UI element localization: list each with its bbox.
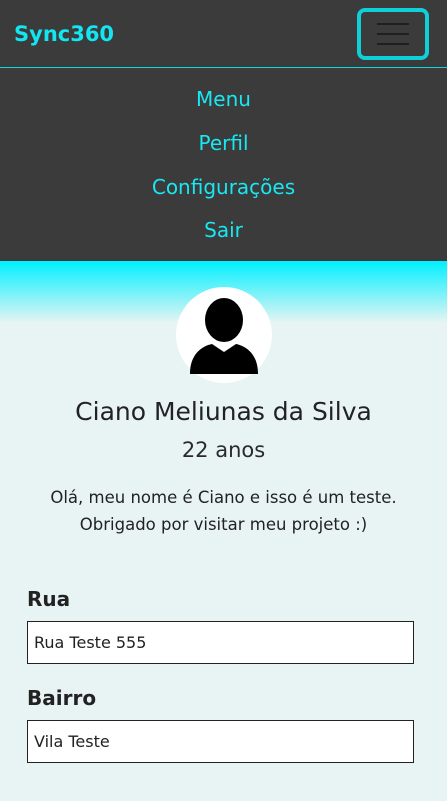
user-silhouette-icon: [189, 298, 258, 374]
profile-age: 22 anos: [181, 438, 266, 462]
rua-group: Rua: [27, 587, 414, 664]
profile-section: Ciano Meliunas da Silva 22 anos Olá, meu…: [0, 287, 447, 538]
rua-input[interactable]: [27, 621, 414, 664]
bairro-group: Bairro: [27, 686, 414, 763]
navbar: Sync360: [0, 0, 447, 68]
bairro-label: Bairro: [27, 686, 97, 710]
bairro-input[interactable]: [27, 720, 414, 763]
menu-toggle-button[interactable]: [357, 7, 429, 60]
profile-bio: Olá, meu nome é Ciano e isso é um teste.…: [0, 484, 447, 538]
hamburger-line: [377, 32, 409, 35]
menu-item-configuracoes[interactable]: Configurações: [152, 174, 295, 218]
profile-name: Ciano Meliunas da Silva: [75, 397, 372, 426]
menu-item-perfil[interactable]: Perfil: [198, 130, 248, 174]
address-form: Rua Bairro: [0, 587, 447, 763]
menu-item-menu[interactable]: Menu: [196, 86, 251, 130]
avatar: [175, 287, 272, 383]
nav-menu: Menu Perfil Configurações Sair: [0, 68, 447, 261]
bio-line-2: Obrigado por visitar meu projeto :): [79, 515, 368, 534]
menu-item-sair[interactable]: Sair: [204, 217, 243, 261]
brand-logo[interactable]: Sync360: [14, 22, 114, 46]
bio-line-1: Olá, meu nome é Ciano e isso é um teste.: [50, 488, 397, 507]
hamburger-line: [377, 22, 409, 25]
hamburger-line: [377, 42, 409, 45]
rua-label: Rua: [27, 587, 71, 611]
